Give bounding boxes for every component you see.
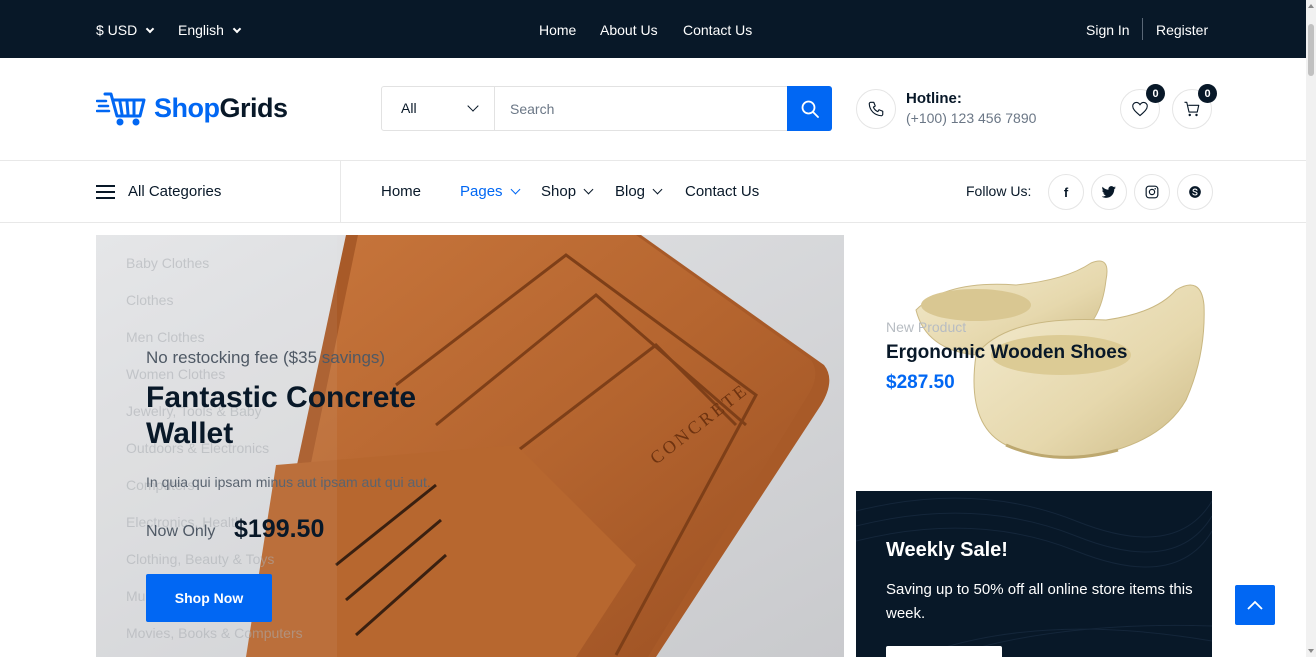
- logo-text-shop: Shop: [154, 92, 220, 123]
- twitter-icon[interactable]: [1091, 174, 1127, 210]
- top-link-contact[interactable]: Contact Us: [683, 21, 752, 39]
- logo-text: ShopGrids: [154, 93, 288, 124]
- all-categories-button[interactable]: All Categories: [96, 161, 341, 222]
- nav-item-label: Shop: [541, 183, 577, 200]
- currency-label: $ USD: [96, 22, 138, 38]
- scrollbar-thumb[interactable]: [1308, 24, 1314, 76]
- facebook-icon[interactable]: f: [1048, 174, 1084, 210]
- logo-text-grids: Grids: [219, 92, 289, 123]
- nav-item-label: Contact Us: [685, 183, 760, 200]
- nav-item-shop[interactable]: Shop: [541, 183, 594, 200]
- instagram-icon[interactable]: [1134, 174, 1170, 210]
- hero-description: In quia qui ipsam minus aut ipsam aut qu…: [146, 474, 431, 490]
- product-price: $287.50: [886, 372, 955, 393]
- search-category-label: All: [401, 100, 417, 116]
- chevron-up-icon: [1247, 600, 1263, 610]
- wave-pattern: [856, 497, 1212, 657]
- category-item[interactable]: Clothing, Beauty & Toys: [126, 551, 274, 567]
- skype-icon[interactable]: [1177, 174, 1213, 210]
- phone-icon: [856, 89, 896, 129]
- nav-item-pages[interactable]: Pages: [460, 183, 520, 200]
- wishlist-count-badge: 0: [1146, 84, 1165, 103]
- cart-button[interactable]: 0: [1172, 84, 1217, 129]
- sign-in-link[interactable]: Sign In: [1086, 21, 1130, 39]
- nav-item-label: Pages: [460, 183, 503, 200]
- menu-icon: [96, 185, 115, 199]
- nav-item-label: Home: [381, 183, 422, 200]
- nav-item-home[interactable]: Home: [381, 183, 421, 200]
- nav-item-contact[interactable]: Contact Us: [685, 183, 759, 200]
- scroll-down-arrow-icon[interactable]: [1308, 649, 1314, 653]
- scroll-to-top-button[interactable]: [1235, 585, 1275, 625]
- product-tag: New Product: [886, 319, 967, 335]
- chevron-down-icon: [145, 24, 155, 34]
- hotline-number[interactable]: (+100) 123 456 7890: [906, 110, 1036, 126]
- logo[interactable]: ShopGrids: [96, 88, 288, 128]
- search-input[interactable]: [495, 87, 787, 130]
- all-categories-label: All Categories: [128, 183, 222, 200]
- product-banner[interactable]: New Product Ergonomic Wooden Shoes $287.…: [856, 235, 1212, 479]
- category-item[interactable]: Men Clothes: [126, 329, 205, 345]
- weekly-sale-banner: Weekly Sale! Saving up to 50% off all on…: [856, 491, 1212, 657]
- chevron-down-icon: [467, 100, 479, 112]
- category-item[interactable]: Movies, Books & Computers: [126, 625, 303, 641]
- weekly-sale-text: Saving up to 50% off all online store it…: [886, 581, 1193, 622]
- chevron-down-icon: [583, 184, 594, 195]
- wishlist-button[interactable]: 0: [1120, 84, 1165, 129]
- shop-now-button[interactable]: Shop Now: [146, 574, 272, 622]
- hotline-title: Hotline:: [906, 90, 962, 107]
- nav-item-label: Blog: [615, 183, 646, 200]
- scrollbar[interactable]: [1306, 0, 1316, 657]
- hero-price: $199.50: [234, 515, 325, 543]
- scroll-up-arrow-icon[interactable]: [1308, 4, 1314, 8]
- search-category-select[interactable]: All: [382, 87, 495, 130]
- heart-icon: [1132, 101, 1148, 117]
- search-button[interactable]: [787, 86, 832, 131]
- language-label: English: [178, 22, 224, 38]
- cart-icon: [1184, 101, 1200, 117]
- search-icon: [801, 100, 819, 118]
- currency-select[interactable]: $ USD: [96, 21, 155, 39]
- cart-count-badge: 0: [1198, 84, 1217, 103]
- weekly-sale-title: Weekly Sale!: [886, 539, 1008, 561]
- chevron-down-icon: [232, 24, 242, 34]
- language-select[interactable]: English: [178, 21, 242, 39]
- product-name: Ergonomic Wooden Shoes: [886, 342, 1128, 363]
- follow-us-label: Follow Us:: [966, 183, 1032, 199]
- category-item[interactable]: Clothes: [126, 292, 173, 308]
- chevron-down-icon: [510, 184, 520, 195]
- divider: [1142, 18, 1143, 40]
- hero-slider: CONCRETE Baby Clothes Clothes Men Clothe…: [96, 235, 844, 657]
- top-link-home[interactable]: Home: [539, 21, 576, 39]
- cart-logo-icon: [96, 92, 146, 126]
- hero-now-only: Now Only: [146, 523, 216, 540]
- nav-item-blog[interactable]: Blog: [615, 183, 663, 200]
- top-bar: $ USD English Home About Us Contact Us S…: [0, 0, 1306, 58]
- weekly-sale-button[interactable]: [886, 646, 1002, 657]
- search-bar: All: [381, 86, 832, 131]
- top-link-about[interactable]: About Us: [600, 21, 658, 39]
- register-link[interactable]: Register: [1156, 21, 1208, 39]
- hero-subtitle: No restocking fee ($35 savings): [146, 348, 386, 367]
- chevron-down-icon: [652, 184, 663, 195]
- header-middle: ShopGrids All Hotline: (+100) 123 456 78…: [0, 58, 1306, 161]
- hero-title: Fantastic Concrete Wallet: [146, 381, 417, 450]
- category-item[interactable]: Baby Clothes: [126, 255, 209, 271]
